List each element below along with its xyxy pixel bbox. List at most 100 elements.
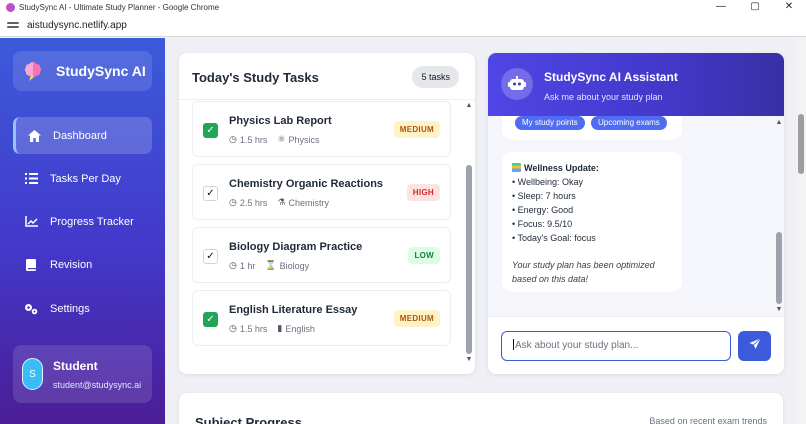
chat-scrollbar[interactable]: ▲ ▼: [775, 119, 783, 313]
task-name: English Literature Essay: [229, 304, 358, 316]
maximize-button[interactable]: ▢: [738, 0, 772, 14]
sidebar: StudySync AI Dashboard Tasks Per Day Pro…: [0, 38, 165, 424]
task-name: Chemistry Organic Reactions: [229, 178, 384, 190]
priority-badge: LOW: [408, 247, 440, 264]
task-name: Physics Lab Report: [229, 115, 332, 127]
task-meta: ◷ 1.5 hrs ⚛ Physics: [229, 134, 319, 145]
page-scrollbar[interactable]: [796, 38, 806, 424]
sidebar-item-revision[interactable]: Revision: [13, 246, 152, 283]
sidebar-item-label: Progress Tracker: [50, 215, 134, 228]
book-icon: ▮: [277, 323, 283, 333]
scroll-up-icon[interactable]: ▲: [775, 119, 783, 127]
chat-bubble: My study points Upcoming exams: [502, 116, 682, 140]
list-icon: [24, 172, 38, 186]
scroll-down-icon[interactable]: ▼: [775, 306, 783, 314]
tasks-scrollbar[interactable]: ▲ ▼: [465, 102, 473, 364]
sidebar-item-settings[interactable]: Settings: [13, 290, 152, 327]
site-settings-icon[interactable]: [7, 20, 19, 30]
task-item[interactable]: ✓ Biology Diagram Practice ◷ 1 hr ⌛ Biol…: [192, 227, 451, 283]
task-duration: 1.5 hrs: [239, 323, 268, 334]
wellness-line: • Today's Goal: focus: [512, 233, 596, 243]
scrollbar-thumb[interactable]: [776, 232, 782, 304]
study-tasks-card: Today's Study Tasks 5 tasks ✓ Physics La…: [179, 53, 475, 374]
sidebar-item-tasks-per-day[interactable]: Tasks Per Day: [13, 160, 152, 197]
suggestion-chip[interactable]: My study points: [515, 116, 585, 130]
address-bar[interactable]: aistudysync.netlify.app: [0, 14, 806, 37]
wellness-line: • Energy: Good: [512, 205, 574, 215]
chat-input-area: Ask about your study plan...: [488, 316, 784, 374]
suggestion-chip[interactable]: Upcoming exams: [591, 116, 667, 130]
brand-name: StudySync AI: [56, 63, 146, 79]
task-checkbox[interactable]: ✓: [203, 249, 218, 264]
sidebar-item-label: Settings: [50, 302, 90, 315]
sidebar-item-progress-tracker[interactable]: Progress Tracker: [13, 203, 152, 240]
chart-line-icon: [24, 215, 38, 229]
minimize-button[interactable]: —: [704, 0, 738, 14]
divider: [179, 99, 475, 100]
sidebar-item-dashboard[interactable]: Dashboard: [13, 117, 152, 154]
task-list: ✓ Physics Lab Report ◷ 1.5 hrs ⚛ Physics…: [192, 101, 451, 369]
chat-messages: My study points Upcoming exams Wellness …: [488, 116, 784, 316]
wellness-footer: Your study plan has been optimized based…: [512, 260, 655, 284]
chat-bubble: Wellness Update: • Wellbeing: Okay • Sle…: [502, 152, 682, 292]
book-icon: [24, 258, 38, 272]
user-name: Student: [53, 359, 98, 373]
task-checkbox[interactable]: ✓: [203, 186, 218, 201]
sidebar-item-label: Revision: [50, 258, 93, 271]
user-email: student@studysync.ai: [53, 380, 142, 390]
wellness-line: • Wellbeing: Okay: [512, 177, 584, 187]
clock-icon: ◷: [229, 323, 237, 333]
wellness-heading: Wellness Update:: [524, 163, 599, 173]
assistant-subtitle: Ask me about your study plan: [544, 92, 663, 102]
clock-icon: ◷: [229, 134, 237, 144]
assistant-header: StudySync AI Assistant Ask me about your…: [488, 53, 784, 116]
task-duration: 2.5 hrs: [239, 197, 268, 208]
progress-title: Subject Progress: [195, 415, 302, 424]
browser-title-bar: StudySync AI - Ultimate Study Planner - …: [0, 0, 806, 14]
task-subject: Biology: [279, 260, 310, 271]
task-checkbox[interactable]: ✓: [203, 312, 218, 327]
task-checkbox[interactable]: ✓: [203, 123, 218, 138]
clock-icon: ◷: [229, 260, 237, 270]
user-profile-card[interactable]: S Student student@studysync.ai: [13, 345, 152, 403]
task-item[interactable]: ✓ English Literature Essay ◷ 1.5 hrs ▮ E…: [192, 290, 451, 346]
wellness-line: • Sleep: 7 hours: [512, 191, 576, 201]
task-meta: ◷ 2.5 hrs ⚗ Chemistry: [229, 197, 329, 208]
subject-progress-card: Subject Progress Based on recent exam tr…: [179, 393, 783, 424]
priority-badge: MEDIUM: [393, 121, 440, 138]
task-item[interactable]: ✓ Physics Lab Report ◷ 1.5 hrs ⚛ Physics…: [192, 101, 451, 157]
brand-logo[interactable]: StudySync AI: [13, 51, 152, 91]
scrollbar-thumb[interactable]: [798, 114, 804, 174]
scroll-down-icon[interactable]: ▼: [465, 356, 473, 364]
avatar: S: [22, 358, 43, 390]
bar-chart-icon: [512, 163, 521, 172]
task-subject: Chemistry: [288, 197, 329, 208]
scrollbar-thumb[interactable]: [466, 165, 472, 354]
send-icon: [749, 337, 761, 355]
home-icon: [27, 129, 41, 143]
tasks-title: Today's Study Tasks: [192, 70, 319, 85]
wellness-line: • Focus: 9.5/10: [512, 219, 573, 229]
assistant-title: StudySync AI Assistant: [544, 70, 678, 84]
tasks-count-badge: 5 tasks: [412, 66, 459, 88]
priority-badge: HIGH: [406, 184, 440, 201]
task-name: Biology Diagram Practice: [229, 241, 363, 253]
url-text[interactable]: aistudysync.netlify.app: [27, 20, 127, 31]
atom-icon: ⚛: [277, 134, 286, 144]
flask-icon: ⚗: [277, 197, 286, 207]
window-controls: — ▢ ✕: [704, 0, 806, 14]
sidebar-item-label: Dashboard: [53, 129, 107, 142]
close-button[interactable]: ✕: [772, 0, 806, 14]
ai-assistant-card: StudySync AI Assistant Ask me about your…: [488, 53, 784, 374]
favicon-icon: [6, 2, 15, 12]
send-button[interactable]: [738, 331, 771, 361]
chat-input[interactable]: Ask about your study plan...: [501, 331, 731, 361]
task-duration: 1.5 hrs: [239, 134, 268, 145]
robot-icon: [501, 68, 533, 100]
priority-badge: MEDIUM: [393, 310, 440, 327]
scroll-up-icon[interactable]: ▲: [465, 102, 473, 110]
task-subject: Physics: [288, 134, 320, 145]
task-item[interactable]: ✓ Chemistry Organic Reactions ◷ 2.5 hrs …: [192, 164, 451, 220]
brain-icon: [22, 60, 44, 82]
dna-icon: ⌛: [265, 260, 277, 270]
